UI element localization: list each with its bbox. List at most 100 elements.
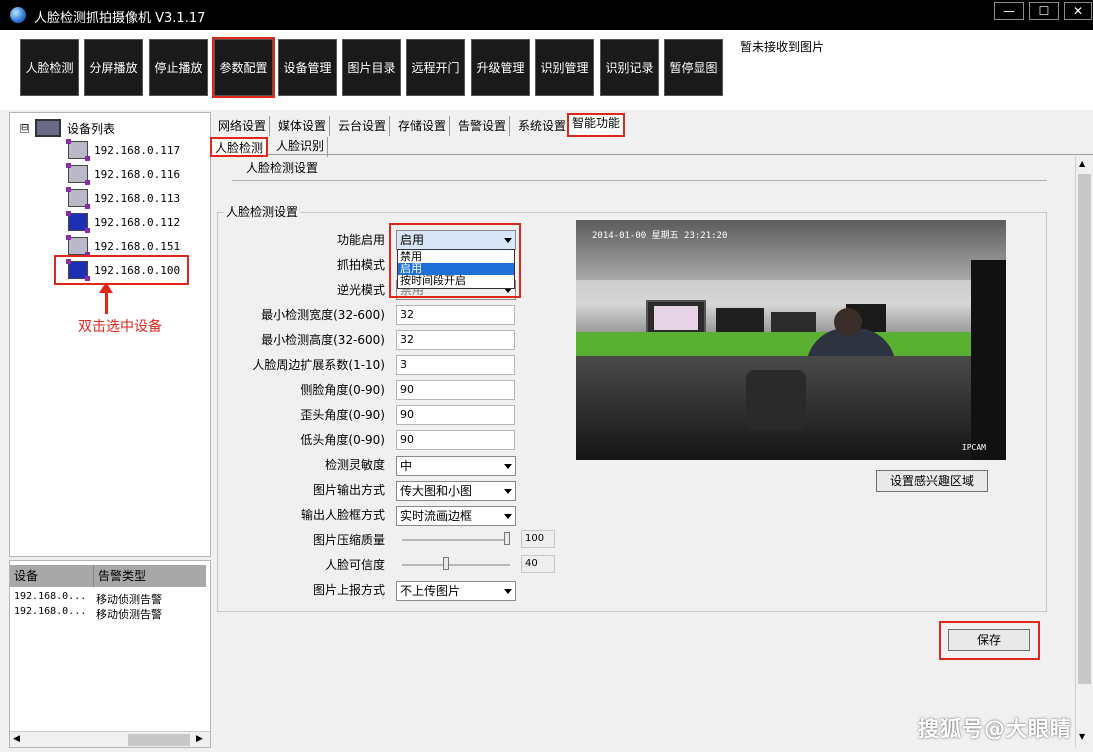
toolbar-button-remote-door[interactable]: 远程开门 [406, 39, 465, 96]
tab-ptz[interactable]: 云台设置 [335, 116, 391, 136]
label-capture-mode: 抓拍模式 [336, 258, 385, 272]
device-item[interactable]: 192.168.0.116 [66, 163, 180, 185]
alarm-type: 移动侦测告警 [96, 593, 162, 606]
close-button[interactable]: ✕ [1064, 2, 1092, 20]
camera-preview: 2014-01-00 星期五 23:21:20 IPCAM [576, 220, 1006, 460]
compression-slider-track[interactable] [402, 539, 510, 541]
camera-online-icon [66, 211, 90, 233]
chevron-down-icon [504, 464, 512, 469]
label-backlight-mode: 逆光模式 [336, 283, 385, 297]
min-width-input[interactable]: 32 [396, 305, 515, 325]
upload-mode-value: 不上传图片 [400, 584, 461, 598]
camera-offline-icon [66, 187, 90, 209]
tab-storage[interactable]: 存储设置 [395, 116, 451, 136]
toolbar-button-face-detect[interactable]: 人脸检测 [20, 39, 79, 96]
alarm-list-header: 设备 告警类型 [10, 565, 206, 587]
device-ip: 192.168.0.117 [94, 143, 181, 157]
toolbar-button-upgrade[interactable]: 升级管理 [471, 39, 530, 96]
annotation-arrow [105, 287, 108, 314]
face-box-output-select[interactable]: 实时流画边框 [396, 506, 516, 526]
label-confidence: 人脸可信度 [324, 558, 385, 572]
confidence-slider-track[interactable] [402, 564, 510, 566]
preview-osd-time: 2014-01-00 星期五 23:21:20 [592, 231, 728, 241]
app-icon [10, 7, 26, 23]
tab-alarm[interactable]: 告警设置 [455, 116, 511, 136]
alarm-row[interactable]: 192.168.0... 移动侦测告警 [14, 591, 162, 607]
hscroll-thumb[interactable] [128, 734, 190, 746]
alarm-col-device[interactable]: 设备 [10, 565, 94, 587]
subtab-face-detect[interactable]: 人脸检测 [210, 137, 269, 157]
toolbar-button-recog-manage[interactable]: 识别管理 [535, 39, 594, 96]
alarm-col-type[interactable]: 告警类型 [94, 565, 206, 587]
label-compression: 图片压缩质量 [312, 533, 385, 547]
label-face-box-output: 输出人脸框方式 [300, 508, 385, 522]
label-tilt-angle: 歪头角度(0-90) [300, 408, 385, 422]
func-enable-highlight-box [389, 223, 521, 298]
image-output-value: 传大图和小图 [400, 484, 473, 498]
maximize-button[interactable]: ☐ [1029, 2, 1059, 20]
scroll-up-icon[interactable]: ▲ [1079, 159, 1085, 168]
toolbar-button-device-manage[interactable]: 设备管理 [278, 39, 337, 96]
subtab-face-recog[interactable]: 人脸识别 [273, 137, 329, 157]
device-ip: 192.168.0.112 [94, 215, 181, 229]
chevron-down-icon [504, 514, 512, 519]
tree-root[interactable]: ⊟ 设备列表 [20, 119, 115, 137]
label-func-enable: 功能启用 [336, 233, 385, 247]
collapse-icon[interactable]: ⊟ [20, 123, 29, 133]
camera-offline-icon [66, 235, 90, 257]
device-item[interactable]: 192.168.0.117 [66, 139, 181, 161]
alarm-row[interactable]: 192.168.0... 移动侦测告警 [14, 606, 162, 622]
sensitivity-value: 中 [400, 459, 413, 473]
alarm-device: 192.168.0... [14, 606, 87, 617]
device-list-icon [35, 119, 61, 137]
tab-smart-function[interactable]: 智能功能 [567, 113, 626, 137]
watermark: 搜狐号@大眼睛 [918, 717, 1072, 741]
down-angle-input[interactable]: 90 [396, 430, 515, 450]
image-output-select[interactable]: 传大图和小图 [396, 481, 516, 501]
label-down-angle: 低头角度(0-90) [300, 433, 385, 447]
expand-factor-input[interactable]: 3 [396, 355, 515, 375]
save-button[interactable]: 保存 [948, 629, 1030, 651]
annotation-text: 双击选中设备 [78, 319, 162, 335]
minimize-button[interactable]: — [994, 2, 1024, 20]
label-side-angle: 侧脸角度(0-90) [300, 383, 385, 397]
toolbar-button-stop-play[interactable]: 停止播放 [149, 39, 208, 96]
scroll-left-icon[interactable]: ◀ [13, 734, 20, 744]
toolbar-button-pause-display[interactable]: 暂停显图 [664, 39, 723, 96]
label-sensitivity: 检测灵敏度 [324, 458, 385, 472]
device-item[interactable]: 192.168.0.151 [66, 235, 180, 257]
label-min-height: 最小检测高度(32-600) [261, 333, 385, 347]
upload-mode-select[interactable]: 不上传图片 [396, 581, 516, 601]
compression-slider-thumb[interactable] [504, 532, 510, 545]
scroll-down-icon[interactable]: ▼ [1079, 732, 1085, 741]
toolbar-button-param-config[interactable]: 参数配置 [212, 37, 275, 98]
sensitivity-select[interactable]: 中 [396, 456, 516, 476]
device-ip: 192.168.0.113 [94, 191, 181, 205]
scroll-right-icon[interactable]: ▶ [196, 734, 203, 744]
vscroll-thumb[interactable] [1078, 174, 1091, 684]
tab-system[interactable]: 系统设置 [515, 116, 571, 136]
alarm-type: 移动侦测告警 [96, 608, 162, 621]
device-item[interactable]: 192.168.0.113 [66, 187, 181, 209]
min-height-input[interactable]: 32 [396, 330, 515, 350]
title-bar: 人脸检测抓拍摄像机 V3.1.17 — ☐ ✕ [0, 0, 1093, 30]
chevron-down-icon [504, 589, 512, 594]
set-roi-button[interactable]: 设置感兴趣区域 [876, 470, 988, 492]
tree-root-label: 设备列表 [67, 121, 116, 136]
content-vscrollbar[interactable]: ▲ ▼ [1075, 156, 1092, 748]
alarm-hscrollbar[interactable]: ◀ ▶ [10, 731, 210, 747]
tab-network[interactable]: 网络设置 [215, 116, 271, 136]
toolbar-button-recog-records[interactable]: 识别记录 [600, 39, 659, 96]
toolbar-button-image-dir[interactable]: 图片目录 [342, 39, 401, 96]
divider [232, 180, 1047, 181]
toolbar-button-split-play[interactable]: 分屏播放 [84, 39, 143, 96]
status-message: 暂未接收到图片 [740, 40, 825, 54]
tilt-angle-input[interactable]: 90 [396, 405, 515, 425]
side-angle-input[interactable]: 90 [396, 380, 515, 400]
label-expand-factor: 人脸周边扩展系数(1-10) [252, 358, 385, 372]
tab-media[interactable]: 媒体设置 [275, 116, 331, 136]
toolbar: 人脸检测 分屏播放 停止播放 参数配置 设备管理 图片目录 远程开门 升级管理 … [0, 30, 1093, 110]
device-item[interactable]: 192.168.0.112 [66, 211, 181, 233]
confidence-slider-thumb[interactable] [442, 557, 449, 570]
settings-title: 人脸检测设置 [246, 161, 319, 175]
